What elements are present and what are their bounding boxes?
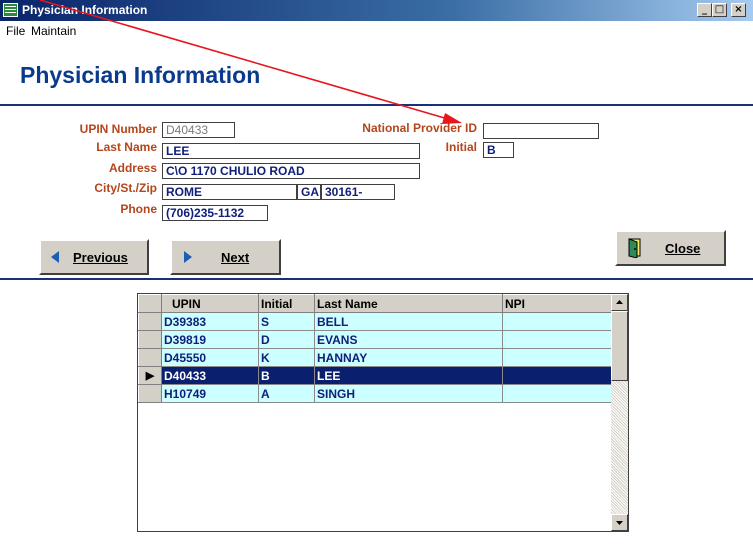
close-button[interactable]: Close [615,230,726,266]
cell-npi [502,330,620,349]
previous-label: Previous [73,250,128,265]
minimize-button[interactable]: _ [697,3,712,17]
physician-grid[interactable]: UPIN Initial Last Name NPI D39383 S BELL… [137,293,629,532]
grid-table: UPIN Initial Last Name NPI D39383 S BELL… [138,294,620,403]
app-icon [3,3,18,17]
row-indicator[interactable] [138,330,162,349]
arrow-down-icon [616,521,623,525]
arrow-up-icon [616,300,623,304]
door-exit-icon [628,238,641,258]
close-label: Close [665,241,701,256]
scroll-down-button[interactable] [611,514,628,531]
lastname-field[interactable]: LEE [162,143,420,159]
address-label: Address [108,161,157,175]
table-row[interactable]: H10749 A SINGH [138,384,620,403]
phone-label: Phone [120,202,157,216]
cell-upin: D40433 [161,366,259,385]
mid-divider [0,278,753,280]
row-indicator[interactable] [138,348,162,367]
menu-maintain[interactable]: Maintain [31,24,76,38]
grid-header: UPIN Initial Last Name NPI [138,294,620,313]
maximize-button[interactable]: □ [712,3,727,17]
cell-last-name: HANNAY [314,348,503,367]
header-indicator [138,294,162,313]
phone-field[interactable]: (706)235-1132 [162,205,268,221]
cell-initial: S [258,312,315,331]
window-title: Physician Information [22,3,148,17]
cell-upin: H10749 [161,384,259,403]
scroll-up-button[interactable] [611,294,628,311]
close-window-button[interactable]: × [731,3,746,17]
next-button[interactable]: Next [170,239,281,275]
col-last-name[interactable]: Last Name [314,294,503,313]
table-row[interactable]: D39819 D EVANS [138,330,620,349]
cell-last-name: SINGH [314,384,503,403]
row-indicator[interactable] [138,384,162,403]
next-label: Next [221,250,250,265]
table-row-selected[interactable]: ▶ D40433 B LEE [138,366,620,385]
table-row[interactable]: D45550 K HANNAY [138,348,620,367]
cell-upin: D39383 [161,312,259,331]
cell-upin: D39819 [161,330,259,349]
npi-field[interactable] [483,123,599,139]
zip-field[interactable]: 30161- [321,184,395,200]
col-initial[interactable]: Initial [258,294,315,313]
cell-npi [502,384,620,403]
previous-button[interactable]: Previous [39,239,149,275]
cell-initial: K [258,348,315,367]
col-upin[interactable]: UPIN [161,294,259,313]
lastname-label: Last Name [96,140,157,154]
arrow-right-icon [184,251,192,263]
initial-label: Initial [445,140,477,154]
title-bar: Physician Information _ □ × [0,0,753,21]
menu-file[interactable]: File [6,24,25,38]
initial-field[interactable]: B [483,142,514,158]
col-npi[interactable]: NPI [502,294,620,313]
header-divider [0,104,753,106]
row-pointer-icon[interactable]: ▶ [138,366,162,385]
scroll-thumb[interactable] [611,311,628,381]
cell-last-name: LEE [314,366,503,385]
cell-initial: D [258,330,315,349]
page-title: Physician Information [20,62,261,88]
upin-label: UPIN Number [79,122,157,136]
arrow-left-icon [51,251,59,263]
cell-last-name: EVANS [314,330,503,349]
cell-initial: A [258,384,315,403]
cell-npi [502,312,620,331]
cell-npi [502,366,620,385]
address-field[interactable]: C\O 1170 CHULIO ROAD [162,163,420,179]
cell-upin: D45550 [161,348,259,367]
row-indicator[interactable] [138,312,162,331]
city-field[interactable]: ROME [162,184,297,200]
cell-initial: B [258,366,315,385]
table-row[interactable]: D39383 S BELL [138,312,620,331]
npi-label: National Provider ID [362,121,477,135]
city-label: City/St./Zip [94,181,157,195]
cell-last-name: BELL [314,312,503,331]
vertical-scrollbar[interactable] [611,294,628,531]
state-field[interactable]: GA [297,184,321,200]
menu-bar: File Maintain [0,21,753,40]
upin-field[interactable]: D40433 [162,122,235,138]
cell-npi [502,348,620,367]
